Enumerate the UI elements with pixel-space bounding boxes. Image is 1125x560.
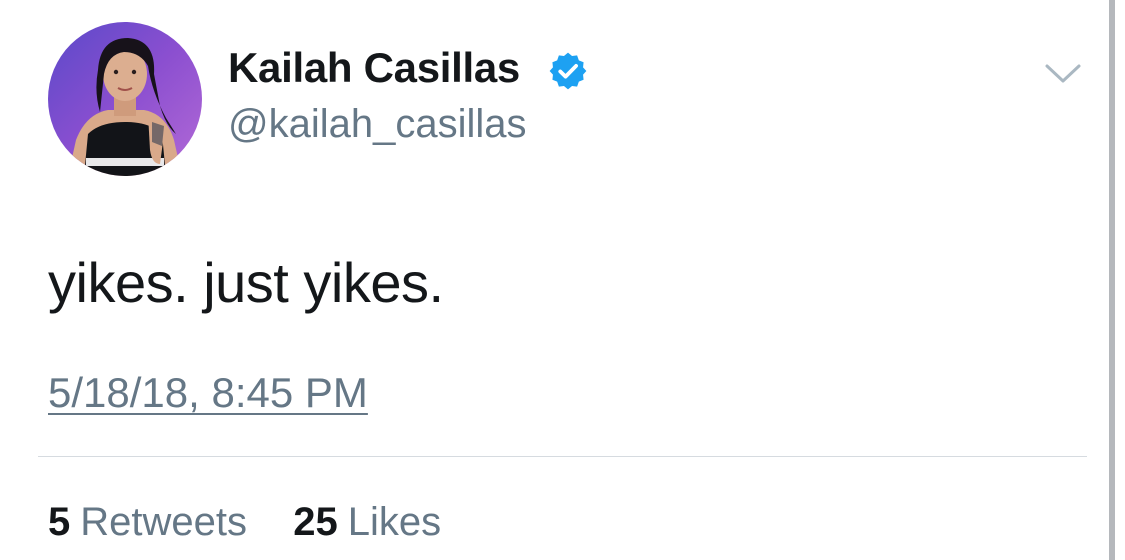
retweets-stat[interactable]: 5 Retweets — [48, 500, 258, 544]
retweets-label: Retweets — [80, 500, 247, 544]
like-count: 25 — [293, 500, 338, 544]
retweet-count: 5 — [48, 500, 71, 544]
avatar[interactable] — [48, 22, 202, 176]
likes-label: Likes — [347, 500, 442, 544]
verified-badge-icon — [549, 52, 587, 90]
tweet-text: yikes. just yikes. — [48, 251, 444, 314]
tweet-detail-view: Kailah Casillas @kailah_casillas yikes. … — [0, 0, 1125, 560]
tweet-timestamp-link[interactable]: 5/18/18, 8:45 PM — [48, 369, 368, 417]
divider — [38, 456, 1087, 457]
scrollbar[interactable] — [1109, 0, 1115, 560]
avatar-photo — [48, 22, 202, 176]
user-handle[interactable]: @kailah_casillas — [228, 102, 527, 147]
display-name[interactable]: Kailah Casillas — [228, 44, 520, 92]
tweet-stats: 5 Retweets 25 Likes — [48, 500, 441, 545]
likes-stat[interactable]: 25 Likes — [282, 500, 441, 544]
chevron-down-icon[interactable] — [1043, 60, 1083, 88]
